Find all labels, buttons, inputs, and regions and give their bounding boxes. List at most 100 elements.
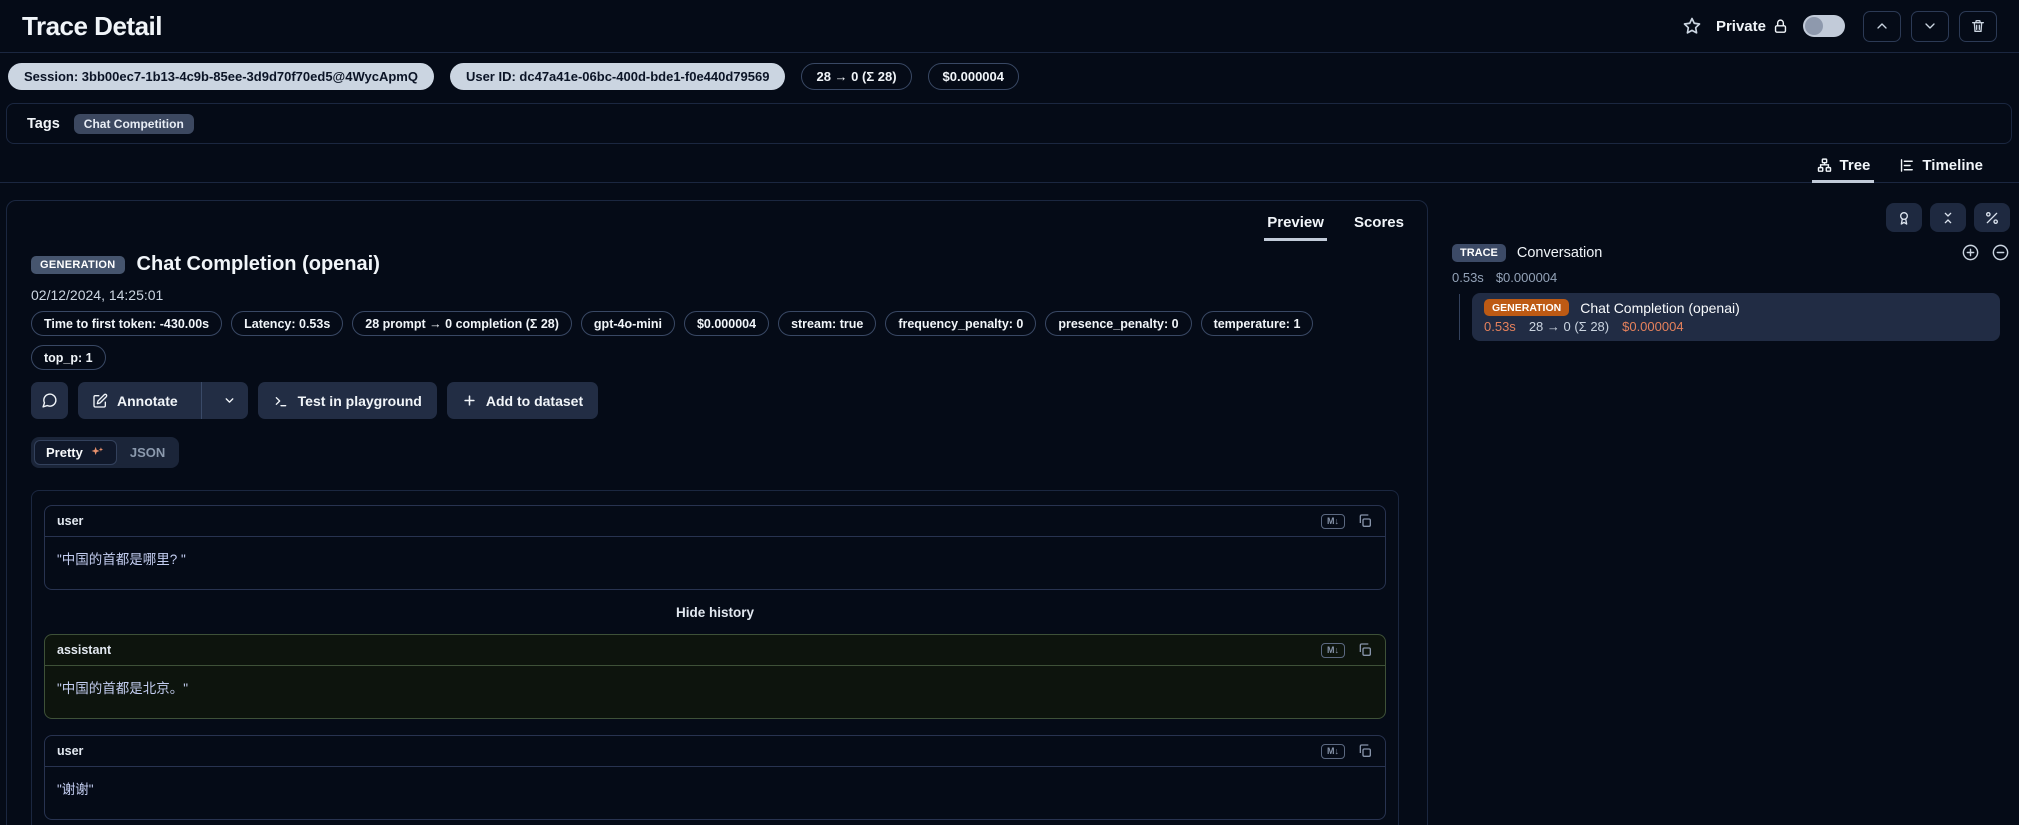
hide-history-button[interactable]: Hide history [44,597,1386,627]
generation-cost: $0.000004 [1622,319,1683,334]
scores-toggle-button[interactable] [1886,203,1922,232]
observation-actions: Annotate Test in playground Add to datas… [31,382,598,419]
markdown-toggle-icon[interactable]: M↓ [1321,744,1345,759]
generation-latency: 0.53s [1484,319,1516,334]
json-toggle-button[interactable]: JSON [119,440,176,465]
tag-chip[interactable]: Chat Competition [74,114,194,134]
generation-node-name: Chat Completion (openai) [1580,300,1740,316]
chevron-down-icon [223,394,236,407]
trace-cost: $0.000004 [1496,270,1557,285]
markdown-toggle-icon[interactable]: M↓ [1321,643,1345,658]
privacy-toggle[interactable] [1803,15,1845,37]
message-user-2: user M↓ "谢谢" [44,735,1386,820]
generation-node-metrics: 0.53s 28 → 0 (Σ 28) $0.000004 [1484,319,1988,334]
comment-bubble-icon [41,392,58,409]
annotate-split-divider [201,382,202,419]
message-header-icons: M↓ [1321,642,1373,658]
timeline-icon [1898,157,1915,174]
tab-tree[interactable]: Tree [1802,149,1885,182]
comment-button[interactable] [31,382,68,419]
message-content: "谢谢" [45,767,1385,819]
observation-title: Chat Completion (openai) [137,253,380,276]
metrics-toggle-button[interactable] [1974,203,2010,232]
privacy-label-group: Private [1716,18,1789,35]
markdown-toggle-icon[interactable]: M↓ [1321,514,1345,529]
generation-type-badge: GENERATION [1484,299,1569,316]
plus-icon [462,393,477,408]
observation-metric-pills-row1: Time to first token: -430.00s Latency: 0… [31,311,1313,336]
session-badge[interactable]: Session: 3bb00ec7-1b13-4c9b-85ee-3d9d70f… [8,63,434,90]
view-mode-tabs: Tree Timeline [0,149,2019,183]
tab-timeline[interactable]: Timeline [1884,149,1997,182]
trace-root-row[interactable]: TRACE Conversation [1452,243,2010,262]
metric-pill: presence_penalty: 0 [1045,311,1191,336]
expand-all-button[interactable] [1961,243,1980,262]
metric-pill: frequency_penalty: 0 [885,311,1036,336]
metric-pill: gpt-4o-mini [581,311,675,336]
terminal-icon [273,393,289,409]
tab-scores[interactable]: Scores [1339,205,1419,243]
observation-timestamp: 02/12/2024, 14:25:01 [31,287,163,303]
lock-icon [1772,18,1789,35]
preview-scores-tabs: Preview Scores [1252,205,1419,243]
tab-timeline-label: Timeline [1922,157,1983,174]
message-header-icons: M↓ [1321,743,1373,759]
annotate-dropdown-segment[interactable] [211,382,248,419]
copy-button[interactable] [1357,743,1373,759]
pretty-toggle-button[interactable]: Pretty [34,440,117,465]
add-to-dataset-label: Add to dataset [486,393,583,409]
message-header-icons: M↓ [1321,513,1373,529]
message-assistant-1: assistant M↓ "中国的首都是北京。" [44,634,1386,719]
add-to-dataset-button[interactable]: Add to dataset [447,382,598,419]
previous-trace-button[interactable] [1863,11,1901,42]
message-header: user M↓ [45,506,1385,537]
tab-preview[interactable]: Preview [1252,205,1339,243]
cost-badge: $0.000004 [928,63,1019,90]
trace-name: Conversation [1517,245,1602,261]
annotate-button[interactable]: Annotate [78,382,248,419]
privacy-label: Private [1716,18,1766,35]
observation-type-badge: GENERATION [31,256,125,274]
collapse-all-button[interactable] [1930,203,1966,232]
observation-metric-pills-row2: top_p: 1 [31,345,106,370]
metric-pill: 28 prompt → 0 completion (Σ 28) [352,311,572,336]
generation-tokens: 28 → 0 (Σ 28) [1529,319,1609,334]
copy-button[interactable] [1357,642,1373,658]
trace-type-badge: TRACE [1452,244,1506,262]
copy-icon [1357,513,1373,529]
header-actions: Private [1682,11,1997,42]
page-title: Trace Detail [22,11,162,42]
metric-pill: $0.000004 [684,311,769,336]
delete-trace-button[interactable] [1959,11,1997,42]
message-role: user [57,744,83,758]
minus-circle-icon [1991,243,2010,262]
annotate-main-segment[interactable]: Annotate [78,382,192,419]
chevron-down-icon [1922,18,1938,34]
metric-pill: temperature: 1 [1201,311,1314,336]
user-id-badge[interactable]: User ID: dc47a41e-06bc-400d-bde1-f0e440d… [450,63,786,90]
toggle-knob [1805,17,1823,35]
message-role: user [57,514,83,528]
trace-nav-buttons [1863,11,1997,42]
trace-latency: 0.53s [1452,270,1484,285]
sparkles-icon [90,445,105,460]
copy-icon [1357,642,1373,658]
star-icon [1682,16,1702,36]
copy-button[interactable] [1357,513,1373,529]
message-header: user M↓ [45,736,1385,767]
message-list-container: user M↓ "中国的首都是哪里? " Hide history assist… [31,490,1399,825]
trace-meta-badges: Session: 3bb00ec7-1b13-4c9b-85ee-3d9d70f… [8,63,1019,90]
trace-tree-panel: TRACE Conversation 0.53s $0.000004 GENER… [1450,200,2019,825]
bookmark-star-button[interactable] [1682,16,1702,36]
pretty-label: Pretty [46,445,83,460]
message-content: "中国的首都是哪里? " [45,537,1385,589]
tree-toolbar [1886,203,2010,232]
message-content: "中国的首都是北京。" [45,666,1385,718]
tab-tree-label: Tree [1840,157,1871,174]
next-trace-button[interactable] [1911,11,1949,42]
message-user-1: user M↓ "中国的首都是哪里? " [44,505,1386,590]
page-header: Trace Detail Private [0,0,2019,53]
test-in-playground-button[interactable]: Test in playground [258,382,437,419]
collapse-tree-button[interactable] [1991,243,2010,262]
generation-tree-node-selected[interactable]: GENERATION Chat Completion (openai) 0.53… [1472,293,2000,341]
